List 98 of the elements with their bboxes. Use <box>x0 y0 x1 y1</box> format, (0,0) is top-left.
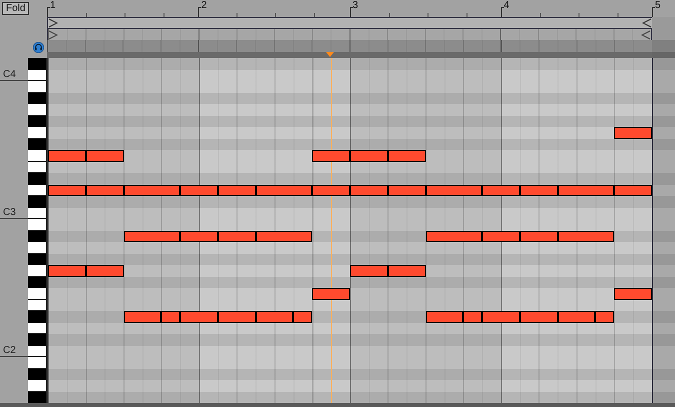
midi-note[interactable] <box>161 311 180 322</box>
header-end-cell <box>652 40 675 52</box>
piano-key[interactable] <box>28 208 47 219</box>
midi-note[interactable] <box>614 184 652 196</box>
piano-key[interactable] <box>28 104 47 116</box>
lane-end-cell <box>653 173 675 184</box>
midi-note[interactable] <box>388 150 426 162</box>
bar-number: 4 <box>504 1 510 11</box>
headphones-icon[interactable] <box>33 42 44 53</box>
piano-key[interactable] <box>28 150 47 162</box>
lane-end-cell <box>653 138 675 150</box>
midi-note[interactable] <box>124 184 180 196</box>
midi-note[interactable] <box>48 184 86 196</box>
lane-end-cell <box>653 322 675 334</box>
fold-button[interactable]: Fold <box>2 2 30 15</box>
lane-end-cell <box>653 288 675 300</box>
piano-key[interactable] <box>28 357 47 368</box>
lane-end-cell <box>653 392 675 403</box>
lane-end-cell <box>653 242 675 254</box>
lane-end-cell <box>653 219 675 230</box>
lane-end-cell <box>653 92 675 104</box>
lane-end-cell <box>653 150 675 162</box>
lane-end-cell <box>653 346 675 357</box>
lane-end-cell <box>653 116 675 127</box>
midi-note[interactable] <box>426 230 482 242</box>
midi-note[interactable] <box>388 265 426 276</box>
midi-note[interactable] <box>350 265 388 276</box>
lane-end-cell <box>653 380 675 392</box>
piano-key[interactable] <box>28 288 47 300</box>
midi-note[interactable] <box>595 311 614 322</box>
piano-key[interactable] <box>28 184 47 196</box>
piano-key[interactable] <box>28 219 47 230</box>
lane-end-cell <box>653 368 675 380</box>
lane-end-cell <box>653 300 675 311</box>
midi-note[interactable] <box>482 311 520 322</box>
lane-end-cell <box>653 254 675 265</box>
midi-note[interactable] <box>426 184 482 196</box>
lane-end-cell <box>653 357 675 368</box>
midi-note[interactable] <box>614 127 652 138</box>
midi-note[interactable] <box>350 184 388 196</box>
midi-note[interactable] <box>86 265 124 276</box>
lane-end-cell <box>653 311 675 322</box>
piano-key[interactable] <box>28 242 47 254</box>
lane-end-cell <box>653 334 675 346</box>
midi-note[interactable] <box>256 184 312 196</box>
lane-end-cell <box>653 127 675 138</box>
lane-end-cell <box>653 230 675 242</box>
midi-note[interactable] <box>124 230 180 242</box>
midi-note[interactable] <box>124 311 162 322</box>
midi-note[interactable] <box>312 184 350 196</box>
midi-note[interactable] <box>218 311 256 322</box>
loop-marker-strip[interactable] <box>47 29 652 40</box>
midi-note[interactable] <box>256 230 312 242</box>
midi-note[interactable] <box>350 150 388 162</box>
midi-note[interactable] <box>256 311 294 322</box>
midi-note[interactable] <box>558 311 596 322</box>
bar-number: 2 <box>201 1 207 11</box>
piano-key[interactable] <box>28 70 47 81</box>
lane-end-cell <box>653 265 675 276</box>
lane-end-cell <box>653 184 675 196</box>
midi-note[interactable] <box>558 230 614 242</box>
piano-key[interactable] <box>28 162 47 173</box>
lane-end-cell <box>653 208 675 219</box>
bar-number: 3 <box>352 1 358 11</box>
piano-key[interactable] <box>28 127 47 138</box>
midi-note[interactable] <box>48 265 86 276</box>
lane-end-cell <box>653 81 675 92</box>
midi-note[interactable] <box>463 311 482 322</box>
midi-note[interactable] <box>180 184 218 196</box>
lane-end-cell <box>653 276 675 288</box>
lane-end-cell <box>653 196 675 208</box>
piano-key[interactable] <box>28 346 47 357</box>
midi-note[interactable] <box>86 150 124 162</box>
midi-note[interactable] <box>614 288 652 300</box>
midi-note[interactable] <box>520 311 558 322</box>
bar-number: 1 <box>50 1 56 11</box>
piano-key[interactable] <box>28 300 47 311</box>
loop-brace-bar[interactable] <box>47 17 652 29</box>
midi-note[interactable] <box>293 311 312 322</box>
lane-end-cell <box>653 162 675 173</box>
bar-number: 5 <box>655 1 661 11</box>
midi-note[interactable] <box>312 288 350 300</box>
midi-note[interactable] <box>482 184 520 196</box>
lane-end-cell <box>653 104 675 116</box>
piano-key[interactable] <box>28 380 47 392</box>
midi-note[interactable] <box>482 230 520 242</box>
midi-note[interactable] <box>558 184 614 196</box>
piano-key[interactable] <box>28 322 47 334</box>
midi-note[interactable] <box>180 230 218 242</box>
midi-note[interactable] <box>180 311 218 322</box>
lane-end-cell <box>653 58 675 70</box>
piano-key[interactable] <box>28 81 47 92</box>
header-end-cell <box>652 29 675 40</box>
lane-end-cell <box>653 70 675 81</box>
midi-note[interactable] <box>48 150 86 162</box>
midi-note[interactable] <box>426 311 464 322</box>
piano-key[interactable] <box>28 265 47 276</box>
midi-note[interactable] <box>312 150 350 162</box>
